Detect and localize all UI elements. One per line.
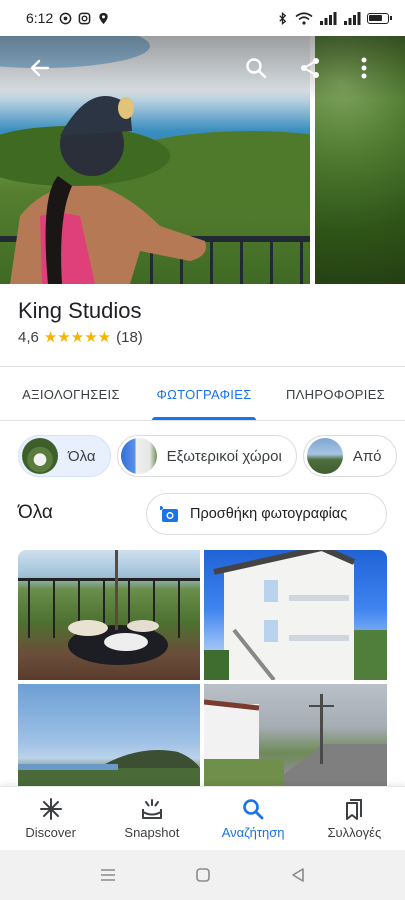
back-button[interactable] [22, 50, 58, 86]
chip-from-label: Από [352, 447, 382, 465]
rating-row[interactable]: 4,6 ★★★★★ (18) [18, 328, 143, 347]
search-icon [243, 799, 264, 820]
chip-from-thumbnail [306, 438, 343, 474]
nav-snapshot[interactable]: Snapshot [101, 787, 202, 850]
divider [0, 366, 405, 367]
rating-stars-icon: ★★★★★ [43, 329, 112, 346]
chip-all-thumbnail [22, 438, 58, 474]
location-icon [99, 12, 108, 24]
photo-filter-chips: Όλα Εξωτερικοί χώροι Από [18, 435, 405, 477]
nav-snapshot-label: Snapshot [124, 825, 180, 840]
nav-discover[interactable]: Discover [0, 787, 101, 850]
photo-tile[interactable] [18, 684, 200, 790]
share-icon [301, 58, 319, 78]
nav-collections[interactable]: Συλλογές [304, 787, 405, 850]
system-navigation-bar [0, 850, 405, 900]
chip-outdoor[interactable]: Εξωτερικοί χώροι [116, 435, 297, 477]
chip-outdoor-thumbnail [120, 438, 157, 474]
bluetooth-icon [279, 11, 287, 25]
menu-icon [100, 869, 115, 881]
system-back-button[interactable] [283, 860, 313, 890]
status-bar: 6:12 [0, 0, 405, 36]
add-photo-label: Προσθήκη φωτογραφίας [190, 506, 348, 522]
place-title: King Studios [18, 298, 142, 323]
nav-search[interactable]: Αναζήτηση [203, 787, 304, 850]
tab-photos[interactable]: ΦΩΤΟΓΡΑΦΙΕΣ [142, 368, 266, 420]
asterisk-icon [39, 798, 62, 820]
system-home-button[interactable] [188, 860, 218, 890]
snapshot-icon [141, 799, 162, 819]
back-triangle-icon [291, 868, 304, 882]
home-square-icon [195, 868, 210, 882]
add-photo-camera-icon [160, 506, 178, 522]
battery-icon [367, 12, 392, 24]
review-count: (18) [116, 328, 143, 346]
system-menu-button[interactable] [93, 860, 123, 890]
photo-tile-art-3 [18, 750, 200, 790]
section-title: Όλα [18, 502, 53, 523]
tab-bar: ΑΞΙΟΛΟΓΗΣΕΙΣ ΦΩΤΟΓΡΑΦΙΕΣ ΠΛΗΡΟΦΟΡΙΕΣ [0, 368, 405, 420]
hero-photos [0, 36, 405, 284]
search-icon [246, 58, 267, 79]
viber-icon [59, 12, 72, 24]
signal-icon [320, 11, 337, 25]
photo-tile[interactable] [204, 550, 387, 680]
status-time: 6:12 [26, 10, 54, 26]
chip-outdoor-label: Εξωτερικοί χώροι [166, 447, 282, 465]
tab-about[interactable]: ΠΛΗΡΟΦΟΡΙΕΣ [266, 368, 405, 420]
nav-discover-label: Discover [25, 825, 76, 840]
bookmark-icon [346, 799, 363, 820]
photo-tile[interactable] [18, 550, 200, 680]
more-vert-icon [361, 57, 367, 79]
chip-all[interactable]: Όλα [18, 435, 111, 477]
add-photo-button[interactable]: Προσθήκη φωτογραφίας [146, 493, 387, 535]
wifi-icon [295, 11, 313, 25]
rating-value: 4,6 [18, 328, 39, 346]
tabs-divider [0, 420, 405, 421]
nav-collections-label: Συλλογές [327, 825, 382, 840]
more-options-button[interactable] [346, 50, 382, 86]
instagram-icon [78, 12, 91, 24]
chip-from[interactable]: Από [302, 435, 397, 477]
photo-tile[interactable] [204, 684, 387, 790]
photo-grid [18, 550, 387, 790]
photo-tile-art [18, 550, 200, 665]
chip-all-label: Όλα [68, 447, 96, 465]
share-button[interactable] [292, 50, 328, 86]
search-button[interactable] [238, 50, 274, 86]
tab-reviews[interactable]: ΑΞΙΟΛΟΓΗΣΕΙΣ [0, 368, 142, 420]
nav-search-label: Αναζήτηση [221, 825, 285, 840]
hero-gradient-overlay [0, 36, 405, 100]
signal-icon-2 [344, 11, 361, 25]
bottom-navigation: Discover Snapshot Αναζήτηση Συλλογές [0, 786, 405, 850]
photo-tile-art-2 [204, 550, 387, 680]
arrow-back-icon [30, 59, 50, 77]
photo-tile-art-4 [204, 694, 387, 790]
